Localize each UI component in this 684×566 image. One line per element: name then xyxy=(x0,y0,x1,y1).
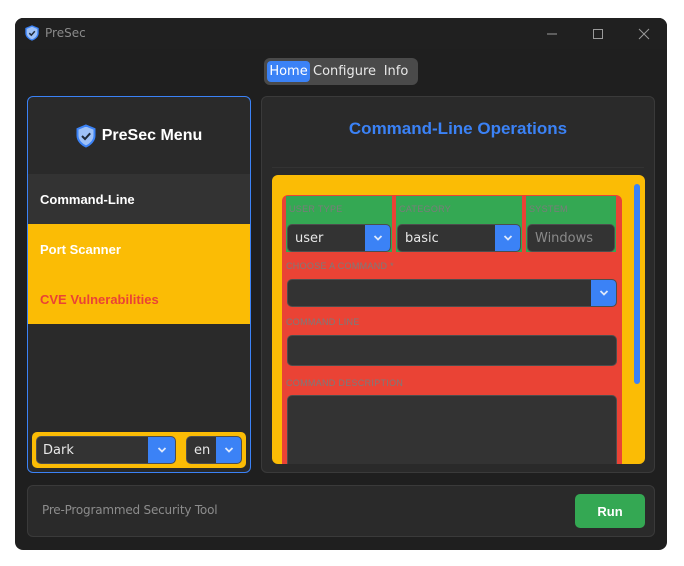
sidebar-nav: Command-Line Port Scanner CVE Vulnerabil… xyxy=(28,174,250,324)
theme-select[interactable]: Dark xyxy=(36,436,176,464)
title-divider xyxy=(272,167,644,168)
user-type-label: USER TYPE xyxy=(289,204,343,214)
chevron-down-icon xyxy=(503,235,512,241)
sidebar-item-port-scanner[interactable]: Port Scanner xyxy=(28,224,250,274)
sidebar-item-cve-vulnerabilities[interactable]: CVE Vulnerabilities xyxy=(28,274,250,324)
command-form: USER TYPE user CATEGORY basic SYSTEM Win… xyxy=(282,195,622,464)
user-type-dropdown[interactable] xyxy=(365,225,390,251)
theme-select-value: Dark xyxy=(43,442,74,458)
theme-select-dropdown[interactable] xyxy=(148,437,175,463)
tab-configure[interactable]: Configure xyxy=(312,61,377,82)
category-label: CATEGORY xyxy=(399,204,452,214)
category-dropdown[interactable] xyxy=(495,225,520,251)
shield-check-icon xyxy=(76,123,96,148)
choose-command-dropdown[interactable] xyxy=(591,280,616,306)
sidebar-header: PreSec Menu xyxy=(28,97,250,174)
chevron-down-icon xyxy=(373,235,382,241)
run-button[interactable]: Run xyxy=(575,494,645,528)
filter-row: USER TYPE user CATEGORY basic SYSTEM Win… xyxy=(286,196,616,252)
sidebar-item-command-line[interactable]: Command-Line xyxy=(28,174,250,224)
choose-command-select[interactable] xyxy=(287,279,617,307)
window-title: PreSec xyxy=(45,26,86,40)
tab-home[interactable]: Home xyxy=(267,61,310,82)
status-text: Pre-Programmed Security Tool xyxy=(42,503,218,517)
language-select[interactable]: en xyxy=(186,436,242,464)
footer-bar: Pre-Programmed Security Tool Run xyxy=(27,485,655,537)
title-bar: PreSec xyxy=(15,18,667,49)
category-group: CATEGORY basic xyxy=(396,196,522,252)
app-window: PreSec Home Configure Info PreSec Menu C… xyxy=(15,18,667,550)
system-label: SYSTEM xyxy=(529,204,568,214)
top-nav: Home Configure Info xyxy=(264,58,418,85)
user-type-group: USER TYPE user xyxy=(286,196,392,252)
sidebar-settings: Dark en xyxy=(32,432,246,468)
close-button[interactable] xyxy=(621,18,667,49)
chevron-down-icon xyxy=(224,447,233,453)
category-value: basic xyxy=(405,230,439,246)
choose-command-label: CHOOSE A COMMAND * xyxy=(286,261,394,271)
maximize-icon xyxy=(593,28,603,39)
maximize-button[interactable] xyxy=(575,18,621,49)
vertical-scrollbar[interactable] xyxy=(634,184,640,384)
language-select-value: en xyxy=(194,442,211,458)
category-select[interactable]: basic xyxy=(397,224,521,252)
command-description-textarea[interactable] xyxy=(287,395,617,464)
chevron-down-icon xyxy=(157,447,166,453)
minimize-icon xyxy=(547,33,557,34)
command-description-value xyxy=(288,396,616,464)
system-input[interactable]: Windows xyxy=(527,224,615,252)
command-description-label: COMMAND DESCRIPTION xyxy=(286,378,404,388)
minimize-button[interactable] xyxy=(529,18,575,49)
system-group: SYSTEM Windows xyxy=(526,196,616,252)
command-line-value xyxy=(288,336,616,365)
scrollable-form-area: USER TYPE user CATEGORY basic SYSTEM Win… xyxy=(272,175,645,464)
system-placeholder: Windows xyxy=(535,230,594,246)
choose-command-value xyxy=(288,280,591,306)
sidebar: PreSec Menu Command-Line Port Scanner CV… xyxy=(27,96,251,473)
user-type-value: user xyxy=(295,230,324,246)
tab-info[interactable]: Info xyxy=(379,61,413,82)
language-select-dropdown[interactable] xyxy=(216,437,241,463)
main-panel: Command-Line Operations USER TYPE user C… xyxy=(261,96,655,473)
command-line-input[interactable] xyxy=(287,335,617,366)
close-icon xyxy=(638,28,650,39)
page-title: Command-Line Operations xyxy=(348,119,568,138)
command-line-label: COMMAND LINE xyxy=(286,317,360,327)
sidebar-title: PreSec Menu xyxy=(101,126,203,144)
shield-check-icon xyxy=(25,25,39,41)
chevron-down-icon xyxy=(599,290,608,296)
user-type-select[interactable]: user xyxy=(287,224,391,252)
